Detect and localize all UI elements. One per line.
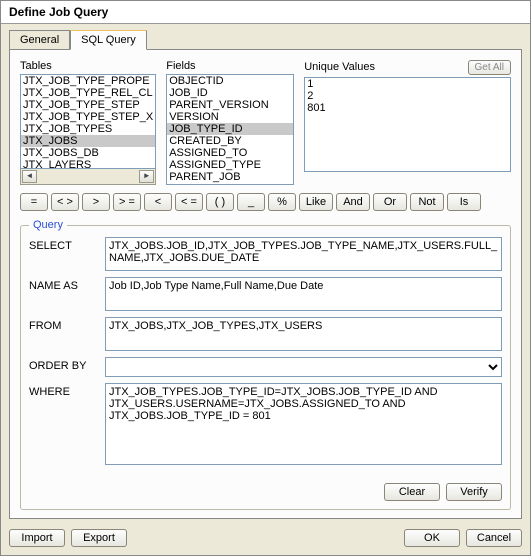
op-or-button[interactable]: Or <box>373 193 407 211</box>
op-is-button[interactable]: Is <box>447 193 481 211</box>
op-ge-button[interactable]: > = <box>113 193 141 211</box>
op-not-button[interactable]: Not <box>410 193 444 211</box>
get-all-button[interactable]: Get All <box>468 60 511 75</box>
fields-label: Fields <box>166 60 294 72</box>
list-item[interactable]: OBJECTID <box>167 75 293 87</box>
nameas-label: NAME AS <box>29 277 99 292</box>
fields-column: Fields OBJECTIDJOB_IDPARENT_VERSIONVERSI… <box>166 60 294 185</box>
list-item[interactable]: PARENT_JOB <box>167 171 293 183</box>
list-item[interactable]: JTX_JOB_TYPES <box>21 123 155 135</box>
list-item[interactable]: JTX_LAYERS <box>21 159 155 169</box>
values-column: Unique Values Get All 12801 <box>304 60 511 185</box>
orderby-label: ORDER BY <box>29 357 99 372</box>
list-item[interactable]: JTX_JOB_TYPE_STEP_X <box>21 111 155 123</box>
op-lt-button[interactable]: < <box>144 193 172 211</box>
tab-general[interactable]: General <box>9 30 70 50</box>
tab-row: General SQL Query <box>9 30 522 50</box>
where-input[interactable] <box>105 383 502 465</box>
ok-button[interactable]: OK <box>404 529 460 547</box>
operator-row: = < > > > = < < = ( ) _ % Like And Or No… <box>20 193 511 211</box>
list-item[interactable]: JTX_JOB_TYPE_STEP <box>21 99 155 111</box>
op-paren-button[interactable]: ( ) <box>206 193 234 211</box>
nameas-input[interactable] <box>105 277 502 311</box>
list-item[interactable]: JOB_TYPE_ID <box>167 123 293 135</box>
define-job-query-dialog: Define Job Query General SQL Query Table… <box>0 0 531 556</box>
op-percent-button[interactable]: % <box>268 193 296 211</box>
lists-row: Tables JTX_JOB_TYPE_PROPEJTX_JOB_TYPE_RE… <box>20 60 511 185</box>
list-item[interactable]: 1 <box>305 78 510 90</box>
query-legend: Query <box>29 219 67 231</box>
tables-listbox[interactable]: JTX_JOB_TYPE_PROPEJTX_JOB_TYPE_REL_CLJTX… <box>20 74 156 169</box>
window-title: Define Job Query <box>1 1 530 24</box>
op-eq-button[interactable]: = <box>20 193 48 211</box>
op-and-button[interactable]: And <box>336 193 370 211</box>
orderby-select[interactable] <box>105 357 502 377</box>
tables-column: Tables JTX_JOB_TYPE_PROPEJTX_JOB_TYPE_RE… <box>20 60 156 185</box>
list-item[interactable]: CREATED_BY <box>167 135 293 147</box>
list-item[interactable]: JTX_JOBS_DB <box>21 147 155 159</box>
op-le-button[interactable]: < = <box>175 193 203 211</box>
where-label: WHERE <box>29 383 99 398</box>
sql-query-panel: Tables JTX_JOB_TYPE_PROPEJTX_JOB_TYPE_RE… <box>9 49 522 519</box>
list-item[interactable]: VERSION <box>167 111 293 123</box>
verify-button[interactable]: Verify <box>446 483 502 501</box>
cancel-button[interactable]: Cancel <box>466 529 522 547</box>
scroll-right-icon[interactable]: ► <box>139 170 154 183</box>
tables-label: Tables <box>20 60 156 72</box>
from-label: FROM <box>29 317 99 332</box>
list-item[interactable]: JTX_JOB_TYPE_PROPE <box>21 75 155 87</box>
values-label: Unique Values <box>304 61 375 73</box>
import-button[interactable]: Import <box>9 529 65 547</box>
dialog-content: General SQL Query Tables JTX_JOB_TYPE_PR… <box>1 24 530 523</box>
op-underscore-button[interactable]: _ <box>237 193 265 211</box>
query-fieldset: Query SELECT NAME AS FROM ORDER BY <box>20 219 511 510</box>
list-item[interactable]: JTX_JOBS <box>21 135 155 147</box>
from-input[interactable] <box>105 317 502 351</box>
export-button[interactable]: Export <box>71 529 127 547</box>
fields-listbox[interactable]: OBJECTIDJOB_IDPARENT_VERSIONVERSIONJOB_T… <box>166 74 294 185</box>
scroll-left-icon[interactable]: ◄ <box>22 170 37 183</box>
op-gt-button[interactable]: > <box>82 193 110 211</box>
list-item[interactable]: 2 <box>305 90 510 102</box>
op-like-button[interactable]: Like <box>299 193 333 211</box>
list-item[interactable]: ASSIGNED_TO <box>167 147 293 159</box>
select-label: SELECT <box>29 237 99 252</box>
list-item[interactable]: ASSIGNED_TYPE <box>167 159 293 171</box>
tables-hscroll[interactable]: ◄ ► <box>20 169 156 185</box>
list-item[interactable]: PARENT_VERSION <box>167 99 293 111</box>
list-item[interactable]: 801 <box>305 102 510 114</box>
op-ne-button[interactable]: < > <box>51 193 79 211</box>
clear-button[interactable]: Clear <box>384 483 440 501</box>
select-input[interactable] <box>105 237 502 271</box>
tab-sql-query[interactable]: SQL Query <box>70 30 147 50</box>
bottom-bar: Import Export OK Cancel <box>1 523 530 555</box>
values-listbox[interactable]: 12801 <box>304 77 511 172</box>
list-item[interactable]: JOB_ID <box>167 87 293 99</box>
list-item[interactable]: JTX_JOB_TYPE_REL_CL <box>21 87 155 99</box>
